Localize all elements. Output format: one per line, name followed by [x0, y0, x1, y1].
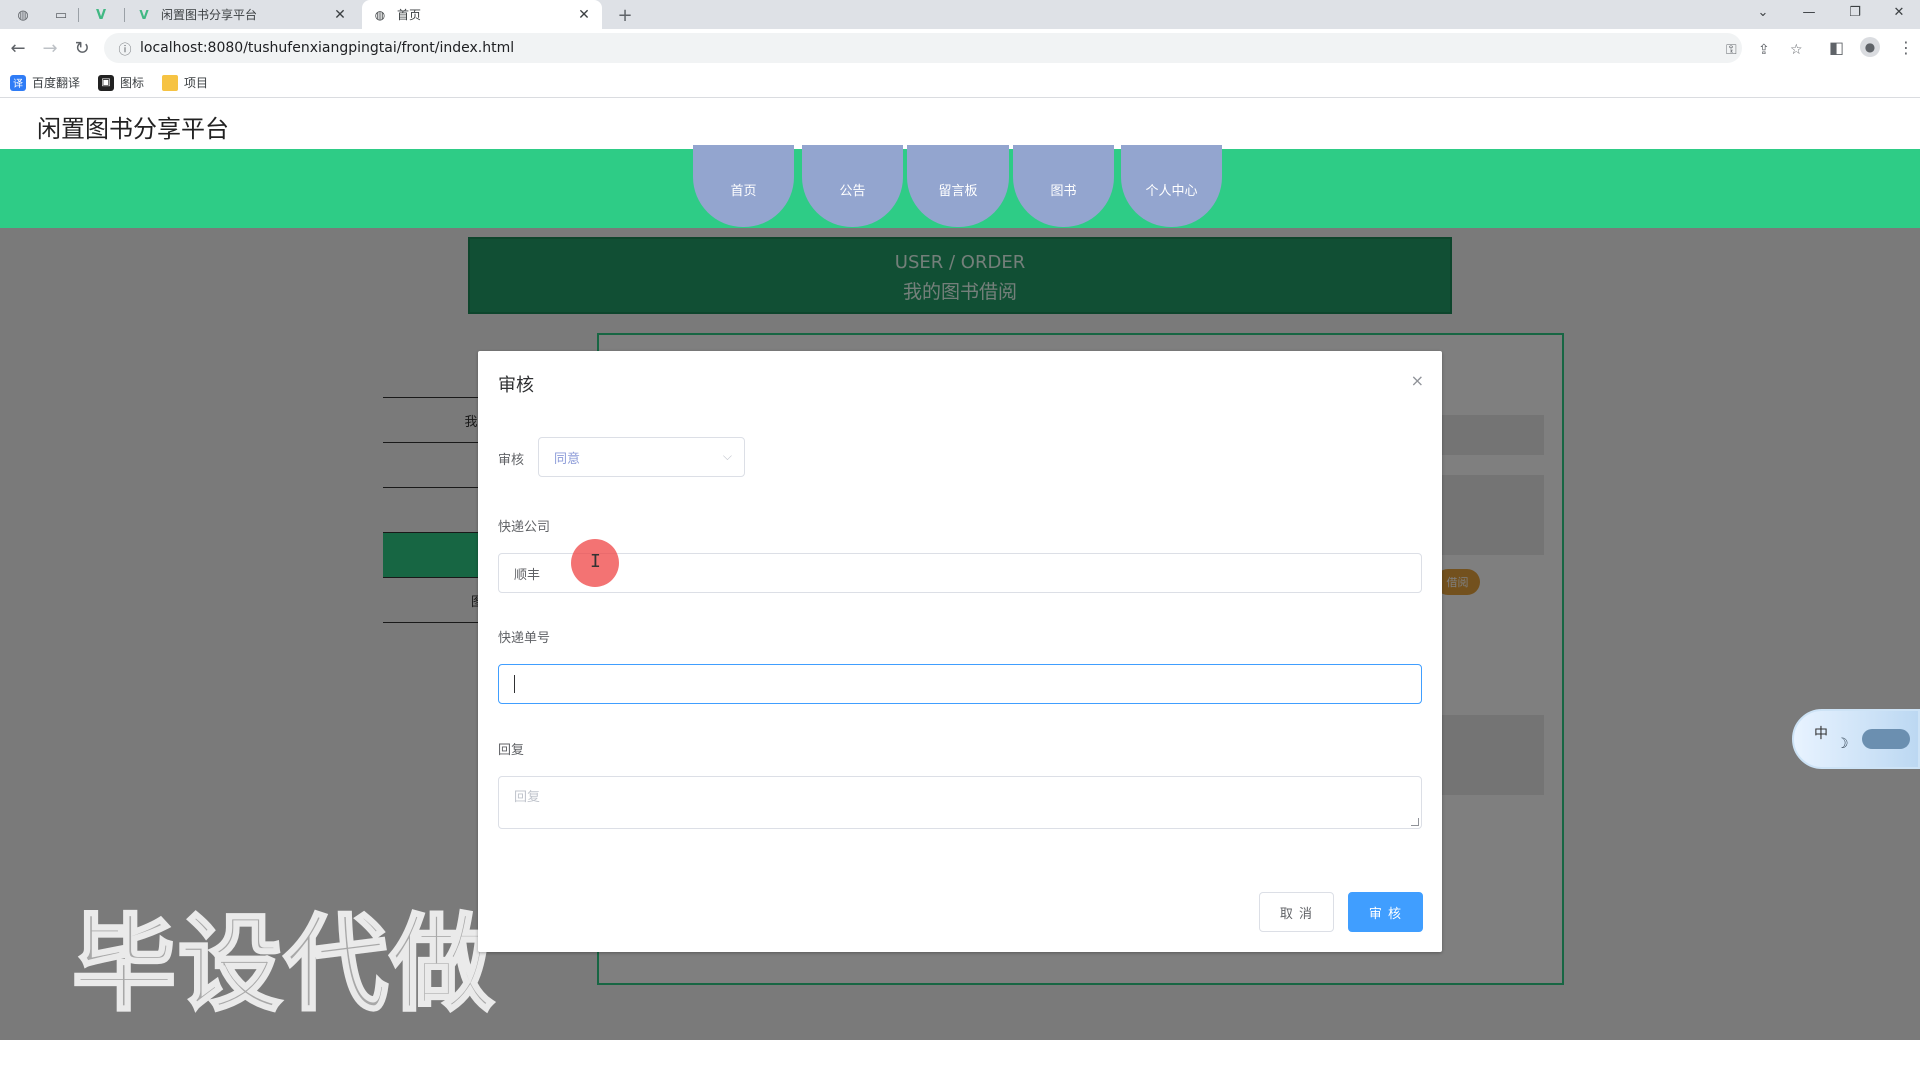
- audit-submit-button[interactable]: 审 核: [1348, 892, 1423, 932]
- back-icon[interactable]: ←: [4, 34, 32, 62]
- cancel-button[interactable]: 取 消: [1259, 892, 1334, 932]
- url-text[interactable]: localhost:8080/tushufenxiangpingtai/fron…: [140, 40, 514, 56]
- address-bar[interactable]: ⓘ localhost:8080/tushufenxiangpingtai/fr…: [104, 33, 1803, 63]
- side-panel-icon[interactable]: ◧: [1829, 38, 1844, 57]
- decoration-icon: [1862, 729, 1910, 749]
- close-tab-icon[interactable]: ✕: [576, 7, 592, 23]
- vue-logo-icon[interactable]: V: [86, 4, 116, 26]
- audit-select[interactable]: 同意 ⌵: [538, 437, 745, 477]
- tracking-number-input[interactable]: [498, 664, 1422, 704]
- bookmark-star-icon[interactable]: ☆: [1790, 42, 1803, 58]
- site-header: 闲置图书分享平台: [0, 99, 1920, 149]
- site-info-icon[interactable]: ⓘ: [110, 39, 140, 58]
- audit-dialog: 审核 × 审核 同意 ⌵ 快递公司 顺丰 快递单号 回复 回复 取 消 审 核: [478, 351, 1442, 952]
- close-tab-icon[interactable]: ✕: [332, 7, 348, 23]
- floating-ime-widget[interactable]: 中 ☽: [1792, 709, 1920, 769]
- forward-icon[interactable]: →: [36, 34, 64, 62]
- image-icon: ▣: [98, 74, 114, 91]
- watermark-text: 毕设代做: [70, 902, 497, 1027]
- browser-tab-bar: ◍ ▭ V V 闲置图书分享平台 ✕ ◍ 首页 ✕ + ⌄ — ❐ ✕: [0, 0, 1920, 29]
- vue-logo-icon: V: [139, 7, 149, 22]
- reload-icon[interactable]: ↻: [68, 34, 96, 62]
- close-icon[interactable]: ×: [1411, 371, 1424, 390]
- courier-label: 快递公司: [498, 520, 551, 535]
- tab-home[interactable]: ◍ 首页 ✕: [362, 0, 602, 29]
- reply-label: 回复: [498, 743, 525, 758]
- dialog-title: 审核: [498, 375, 534, 396]
- globe-icon: ◍: [374, 7, 386, 22]
- key-icon[interactable]: ⚿: [1726, 42, 1737, 58]
- blank-tab-icon[interactable]: ▭: [46, 4, 76, 26]
- tab-search-icon[interactable]: ⌄: [1740, 0, 1786, 24]
- browser-toolbar: ← → ↻ ⓘ localhost:8080/tushufenxiangping…: [0, 29, 1920, 67]
- close-window-button[interactable]: ✕: [1876, 0, 1920, 24]
- more-menu-icon[interactable]: ⋮: [1898, 38, 1914, 57]
- audit-label: 审核: [498, 453, 525, 468]
- chevron-down-icon: ⌵: [722, 449, 732, 463]
- new-tab-button[interactable]: +: [610, 4, 640, 26]
- tracking-label: 快递单号: [498, 631, 551, 646]
- bookmarks-bar: 译 百度翻译 ▣ 图标 项目: [0, 67, 1920, 98]
- profile-avatar-icon[interactable]: ●: [1860, 37, 1880, 57]
- bottom-strip: [0, 1040, 1920, 1072]
- resize-grip-icon[interactable]: [1411, 818, 1419, 826]
- reply-textarea[interactable]: 回复: [498, 776, 1422, 829]
- bookmark-icons[interactable]: ▣ 图标: [98, 74, 144, 91]
- ibeam-cursor-icon: I: [590, 551, 601, 572]
- translate-icon: 译: [10, 74, 26, 91]
- globe-icon[interactable]: ◍: [8, 4, 38, 26]
- share-icon[interactable]: ⇪: [1758, 42, 1770, 58]
- web-page: 闲置图书分享平台 首页 公告 留言板 图书 个人中心 USER / ORDER …: [0, 99, 1920, 1040]
- tab-site-title[interactable]: V 闲置图书分享平台 ✕: [126, 0, 358, 29]
- bookmark-project[interactable]: 项目: [162, 74, 208, 91]
- moon-icon: ☽: [1836, 736, 1849, 752]
- text-caret: [514, 675, 515, 693]
- courier-input[interactable]: 顺丰: [498, 553, 1422, 593]
- folder-icon: [162, 74, 178, 91]
- minimize-button[interactable]: —: [1786, 0, 1832, 24]
- site-title: 闲置图书分享平台: [37, 115, 229, 143]
- bookmark-baidu-translate[interactable]: 译 百度翻译: [10, 74, 80, 91]
- restore-button[interactable]: ❐: [1832, 0, 1878, 24]
